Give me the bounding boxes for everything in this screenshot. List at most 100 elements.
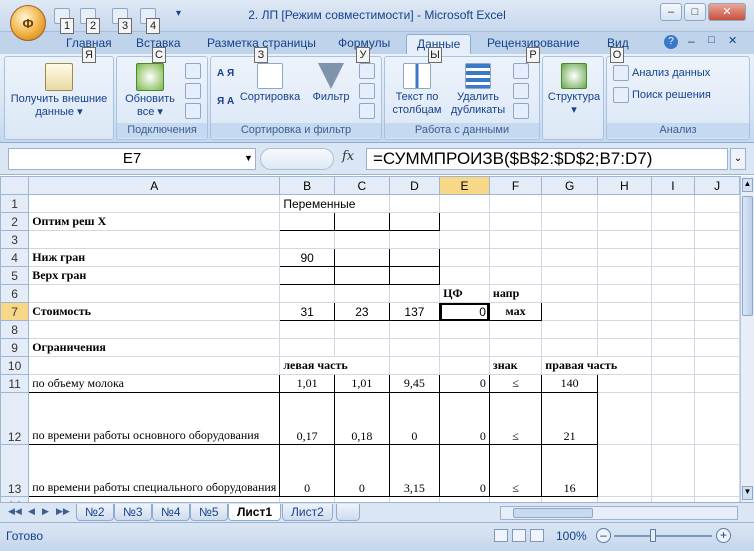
cell-a3[interactable] bbox=[28, 230, 281, 249]
sheet-tab-list1[interactable]: Лист1 bbox=[228, 504, 282, 521]
cell-g2[interactable] bbox=[541, 212, 598, 231]
cell-g8[interactable] bbox=[541, 320, 598, 339]
cell-b2[interactable] bbox=[279, 212, 336, 231]
col-header-e[interactable]: E bbox=[439, 176, 490, 195]
cell-j8[interactable] bbox=[694, 320, 740, 339]
cell-b7[interactable]: 31 bbox=[279, 302, 336, 321]
cell-j10[interactable] bbox=[694, 356, 740, 375]
cell-e10[interactable] bbox=[439, 356, 490, 375]
cell-h9[interactable] bbox=[596, 338, 652, 357]
cell-h6[interactable] bbox=[596, 284, 652, 303]
sheet-tab-3[interactable]: №3 bbox=[114, 504, 152, 521]
cell-d9[interactable] bbox=[388, 338, 441, 357]
cell-g7[interactable] bbox=[541, 302, 598, 321]
cell-d6[interactable] bbox=[388, 284, 441, 303]
expand-formula-bar-icon[interactable]: ⌄ bbox=[730, 148, 746, 170]
cell-h12[interactable] bbox=[596, 392, 652, 445]
cell-g3[interactable] bbox=[541, 230, 598, 249]
maximize-button[interactable]: □ bbox=[684, 3, 706, 21]
scroll-down-icon[interactable]: ▼ bbox=[742, 486, 753, 500]
cell-i13[interactable] bbox=[650, 444, 696, 497]
cell-h1[interactable] bbox=[596, 194, 652, 213]
cell-a2[interactable]: Оптим реш X bbox=[28, 212, 281, 231]
cell-b13[interactable]: 0 bbox=[279, 444, 336, 497]
cell-g11[interactable]: 140 bbox=[541, 374, 598, 393]
cell-a4[interactable]: Ниж гран bbox=[28, 248, 281, 267]
cell-a7[interactable]: Стоимость bbox=[28, 302, 281, 321]
cell-b6[interactable] bbox=[279, 284, 336, 303]
sort-button[interactable]: Сортировка bbox=[237, 63, 303, 104]
cell-d11[interactable]: 9,45 bbox=[388, 374, 441, 393]
row-header[interactable]: 6 bbox=[0, 284, 30, 303]
cell-g5[interactable] bbox=[541, 266, 598, 285]
cell-h13[interactable] bbox=[596, 444, 652, 497]
cell-d7[interactable]: 137 bbox=[388, 302, 441, 321]
advanced-filter-icon[interactable] bbox=[359, 103, 375, 119]
cell-j13[interactable] bbox=[694, 444, 740, 497]
cell-h2[interactable] bbox=[596, 212, 652, 231]
cell-c9[interactable] bbox=[334, 338, 390, 357]
cell-j1[interactable] bbox=[694, 194, 740, 213]
cell-d10[interactable] bbox=[388, 356, 441, 375]
cell-e9[interactable] bbox=[439, 338, 490, 357]
cell-c11[interactable]: 1,01 bbox=[334, 374, 390, 393]
normal-view-icon[interactable] bbox=[494, 529, 508, 542]
cell-a8[interactable] bbox=[28, 320, 281, 339]
cell-a6[interactable] bbox=[28, 284, 281, 303]
reapply-icon[interactable] bbox=[359, 83, 375, 99]
cell-c4[interactable] bbox=[334, 248, 390, 267]
ribbon-restore-icon[interactable]: □ bbox=[708, 34, 715, 46]
cell-a5[interactable]: Верх гран bbox=[28, 266, 281, 285]
cell-d12[interactable]: 0 bbox=[388, 392, 441, 445]
col-header-c[interactable]: C bbox=[334, 176, 390, 195]
minimize-button[interactable]: – bbox=[660, 3, 682, 21]
cell-f4[interactable] bbox=[488, 248, 543, 267]
cell-e1[interactable] bbox=[439, 194, 490, 213]
cell-f9[interactable] bbox=[488, 338, 543, 357]
page-break-view-icon[interactable] bbox=[530, 529, 544, 542]
office-button[interactable]: Ф bbox=[10, 5, 46, 41]
cell-b11[interactable]: 1,01 bbox=[279, 374, 336, 393]
cell-f8[interactable] bbox=[488, 320, 543, 339]
cell-c7[interactable]: 23 bbox=[334, 302, 390, 321]
insert-function-icon[interactable]: fx bbox=[342, 149, 354, 164]
row-header[interactable]: 12 bbox=[0, 392, 30, 445]
cell-f1[interactable] bbox=[488, 194, 543, 213]
row-header[interactable]: 10 bbox=[0, 356, 30, 375]
cell-d2[interactable] bbox=[388, 212, 441, 231]
cell-a11[interactable]: по объему молока bbox=[28, 374, 281, 393]
col-header-d[interactable]: D bbox=[388, 176, 441, 195]
cell-c3[interactable] bbox=[334, 230, 390, 249]
sheet-tab-5[interactable]: №5 bbox=[190, 504, 228, 521]
sheet-tab-4[interactable]: №4 bbox=[152, 504, 190, 521]
zoom-slider[interactable] bbox=[614, 535, 712, 537]
vertical-scrollbar[interactable]: ▲ ▼ bbox=[740, 176, 754, 502]
cell-i4[interactable] bbox=[650, 248, 696, 267]
name-box-dropdown-icon[interactable]: ▼ bbox=[244, 153, 253, 163]
cell-f10[interactable]: знак bbox=[488, 356, 543, 375]
cell-j5[interactable] bbox=[694, 266, 740, 285]
cell-i11[interactable] bbox=[650, 374, 696, 393]
cell-e13[interactable]: 0 bbox=[439, 444, 490, 497]
cell-c12[interactable]: 0,18 bbox=[334, 392, 390, 445]
cell-i7[interactable] bbox=[650, 302, 696, 321]
cell-e11[interactable]: 0 bbox=[439, 374, 490, 393]
cell-g4[interactable] bbox=[541, 248, 598, 267]
cell-a9[interactable]: Ограничения bbox=[28, 338, 281, 357]
col-header-h[interactable]: H bbox=[596, 176, 652, 195]
cell-e4[interactable] bbox=[439, 248, 490, 267]
cell-b3[interactable] bbox=[279, 230, 336, 249]
cell-c13[interactable]: 0 bbox=[334, 444, 390, 497]
outline-button[interactable]: Структура ▾ bbox=[545, 63, 603, 117]
col-header-j[interactable]: J bbox=[694, 176, 740, 195]
cell-e5[interactable] bbox=[439, 266, 490, 285]
cell-e12[interactable]: 0 bbox=[439, 392, 490, 445]
cell-b5[interactable] bbox=[279, 266, 336, 285]
cell-g6[interactable] bbox=[541, 284, 598, 303]
zoom-out-button[interactable]: – bbox=[596, 528, 611, 543]
zoom-thumb[interactable] bbox=[650, 529, 656, 542]
cell-g1[interactable] bbox=[541, 194, 598, 213]
cell-b8[interactable] bbox=[279, 320, 336, 339]
cell-e8[interactable] bbox=[439, 320, 490, 339]
cell-d8[interactable] bbox=[388, 320, 441, 339]
